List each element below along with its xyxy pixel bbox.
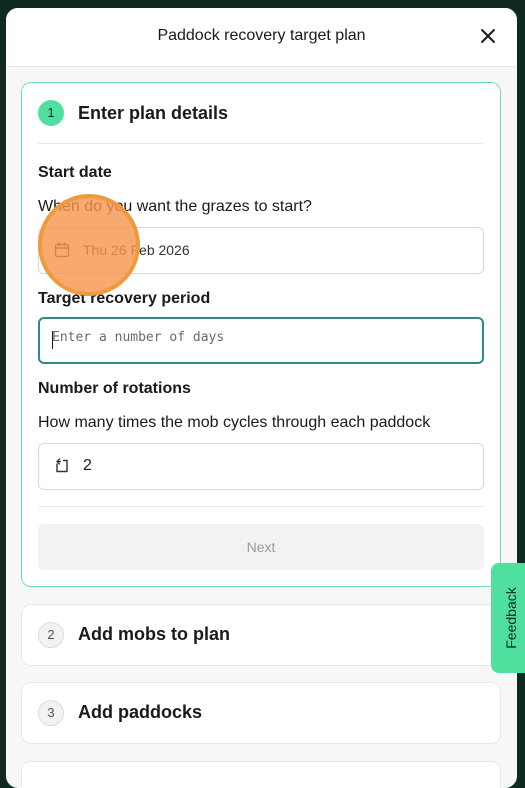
rotations-value: 2 [83, 457, 92, 474]
step-number-badge: 3 [38, 700, 64, 726]
feedback-label: Feedback [503, 587, 519, 649]
calendar-icon [54, 242, 70, 258]
modal-title: Paddock recovery target plan [157, 27, 366, 44]
step-title: Add paddocks [78, 702, 203, 722]
rotations-help: How many times the mob cycles through ea… [38, 414, 431, 431]
feedback-tab[interactable]: Feedback [491, 563, 525, 673]
step-title: Enter plan details [78, 103, 229, 123]
rotate-icon [56, 458, 68, 473]
step-card-add-mobs[interactable]: 2 Add mobs to plan [21, 604, 501, 666]
step-number-badge: 1 [38, 100, 64, 126]
next-button[interactable]: Next [38, 524, 484, 570]
target-recovery-field[interactable] [38, 317, 484, 364]
start-date-picker[interactable]: Thu 26 Feb 2026 [38, 227, 484, 274]
divider [38, 143, 484, 144]
rotations-label: Number of rotations [38, 380, 191, 397]
close-icon [481, 29, 495, 43]
start-date-value: Thu 26 Feb 2026 [83, 242, 190, 258]
start-date-label: Start date [38, 164, 112, 181]
step-number-badge: 2 [38, 622, 64, 648]
step-title: Add mobs to plan [78, 624, 230, 644]
target-recovery-input[interactable] [52, 330, 452, 345]
divider [38, 506, 484, 507]
start-date-help: When do you want the grazes to start? [38, 198, 312, 215]
target-recovery-label: Target recovery period [38, 290, 211, 307]
step-card-next[interactable] [21, 761, 501, 788]
step-card-plan-details: 1 Enter plan details Start date When do … [21, 82, 501, 587]
text-caret [52, 331, 53, 349]
step-card-add-paddocks[interactable]: 3 Add paddocks [21, 682, 501, 744]
close-button[interactable] [477, 25, 499, 47]
plan-modal: Paddock recovery target plan 1 Enter pla… [6, 8, 517, 788]
modal-header: Paddock recovery target plan [6, 8, 517, 67]
rotations-input[interactable]: 2 [38, 443, 484, 490]
